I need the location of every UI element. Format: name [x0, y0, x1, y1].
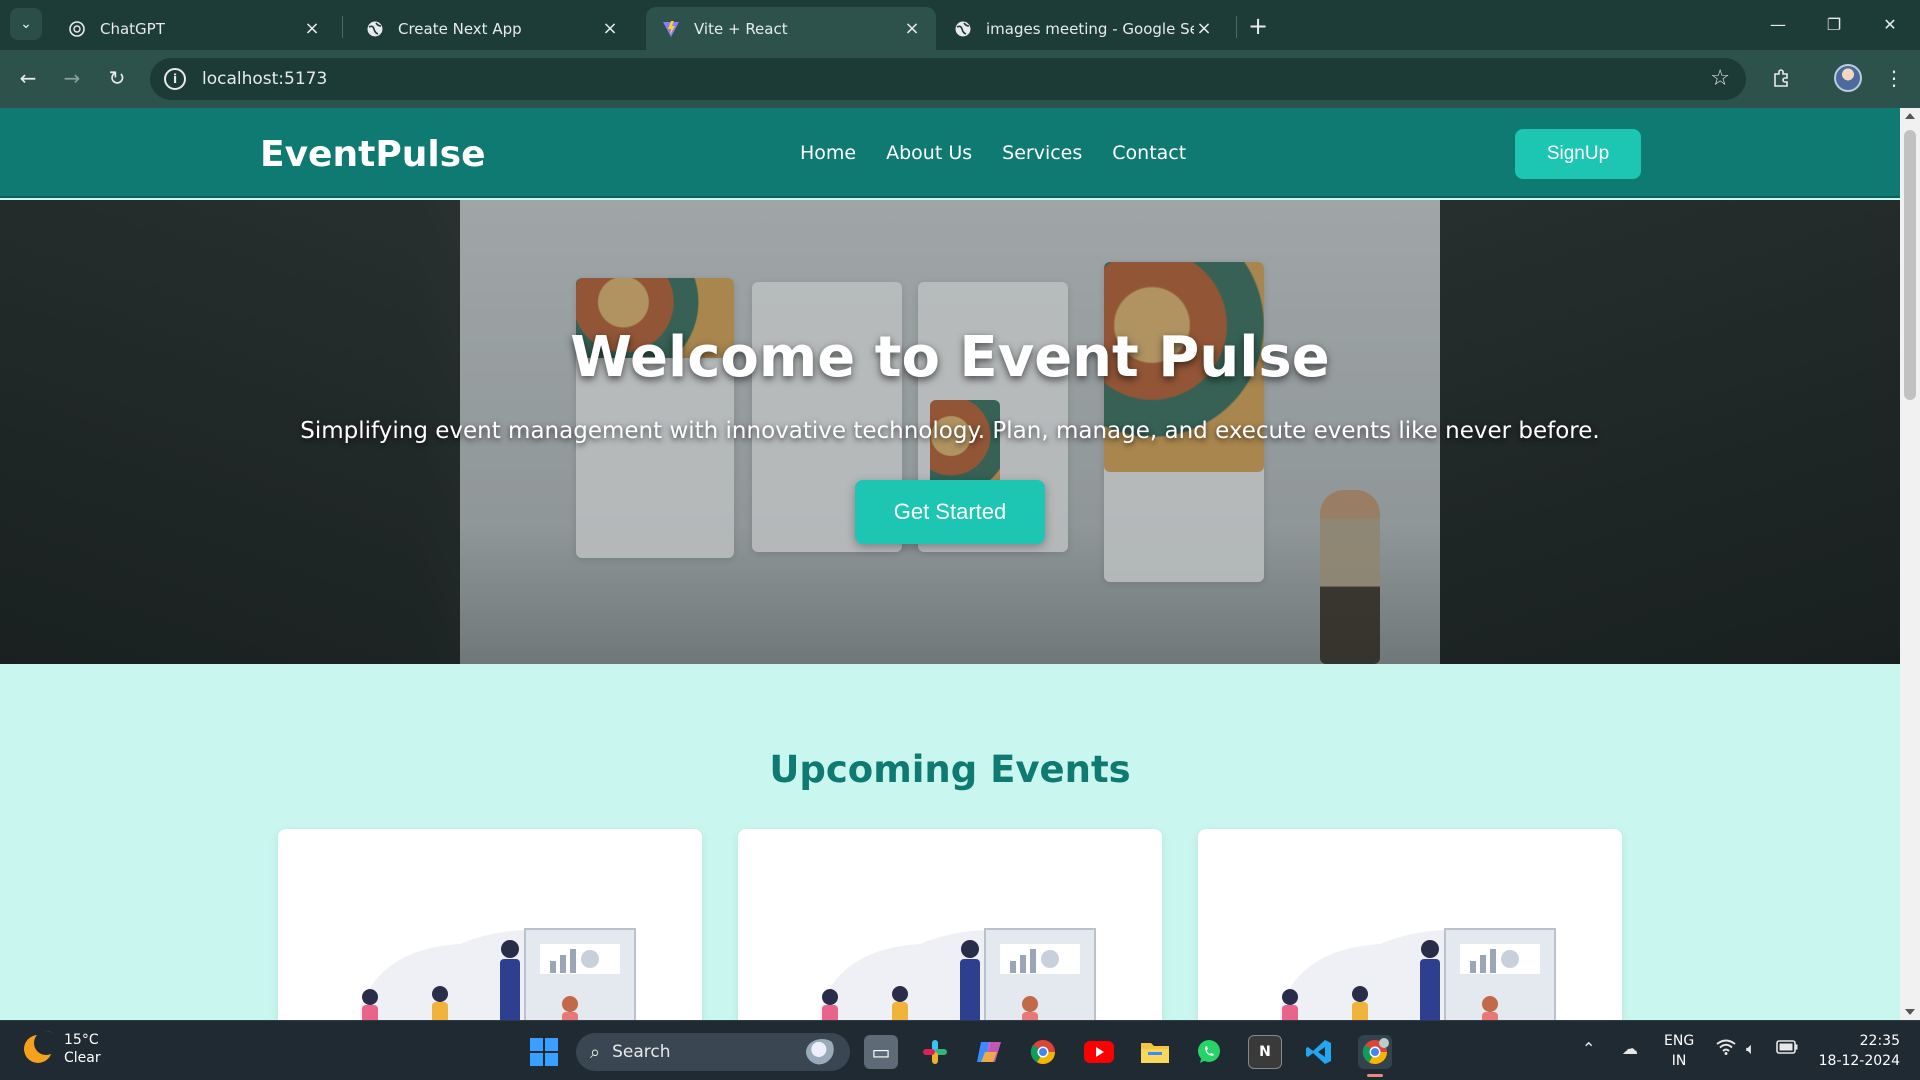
- onedrive-offline-icon[interactable]: ☁: [1622, 1039, 1638, 1058]
- chrome-icon[interactable]: [1026, 1035, 1060, 1069]
- copilot-icon[interactable]: [972, 1035, 1006, 1069]
- minimize-button[interactable]: —: [1758, 8, 1798, 40]
- hero-subtitle: Simplifying event management with innova…: [300, 418, 1600, 444]
- event-illustration: [360, 928, 636, 1020]
- tab-chatgpt[interactable]: ChatGPT ×: [52, 7, 336, 50]
- more-menu-icon[interactable]: ⋮: [1878, 62, 1910, 94]
- clock-time: 22:35: [1859, 1033, 1900, 1049]
- tab-search-dropdown[interactable]: ⌄: [10, 8, 42, 40]
- site-logo[interactable]: EventPulse: [260, 134, 486, 175]
- globe-icon: [955, 21, 971, 36]
- nav-home[interactable]: Home: [800, 142, 856, 164]
- scrollbar-thumb[interactable]: [1904, 130, 1916, 400]
- whatsapp-icon[interactable]: [1192, 1035, 1226, 1069]
- minimize-icon: —: [1770, 14, 1786, 34]
- search-icon: ⌕: [590, 1041, 601, 1063]
- bookmark-star-icon[interactable]: ☆: [1710, 66, 1730, 91]
- region-code: IN: [1671, 1053, 1687, 1069]
- close-window-button[interactable]: ✕: [1870, 8, 1910, 40]
- tab-images-meeting[interactable]: images meeting - Google Searc ×: [938, 7, 1228, 50]
- page-scrollbar[interactable]: [1900, 108, 1920, 1020]
- address-bar[interactable]: i localhost:5173 ☆: [150, 58, 1746, 100]
- event-card[interactable]: [1198, 829, 1622, 1020]
- taskbar-search-label: Search: [612, 1042, 671, 1062]
- windows-taskbar: 1 15°C Clear ⌕ Search ▭ N ⌃ ☁ ENG IN 🔈︎ …: [0, 1020, 1920, 1080]
- hero-title: Welcome to Event Pulse: [570, 325, 1330, 390]
- close-icon[interactable]: ×: [302, 18, 322, 39]
- plus-icon: +: [1247, 12, 1269, 40]
- chevron-down-icon: ⌄: [20, 16, 32, 32]
- tab-title: ChatGPT: [100, 19, 165, 38]
- event-illustration: [820, 928, 1096, 1020]
- tab-vite-react[interactable]: Vite + React ×: [646, 7, 936, 50]
- arrow-right-icon: →: [63, 66, 81, 90]
- browser-toolbar: ← → ↻ i localhost:5173 ☆ ⋮: [0, 50, 1920, 108]
- close-icon[interactable]: ×: [902, 18, 922, 39]
- input-language[interactable]: ENG IN: [1664, 1031, 1694, 1071]
- wifi-icon[interactable]: [1716, 1039, 1736, 1059]
- search-highlight-icon: [806, 1039, 838, 1065]
- globe-icon: [367, 21, 383, 36]
- tab-create-next-app[interactable]: Create Next App ×: [350, 7, 634, 50]
- clock-date: 18-12-2024: [1818, 1053, 1900, 1069]
- restore-icon: ❐: [1826, 14, 1842, 34]
- hero-section: Welcome to Event Pulse Simplifying event…: [0, 200, 1900, 664]
- new-tab-button[interactable]: +: [1244, 12, 1272, 40]
- file-explorer-icon[interactable]: [1138, 1035, 1172, 1069]
- close-icon[interactable]: ×: [1194, 18, 1214, 39]
- signup-button[interactable]: SignUp: [1515, 129, 1641, 179]
- chevron-up-icon[interactable]: ⌃: [1582, 1039, 1595, 1058]
- slack-icon[interactable]: [918, 1035, 952, 1069]
- chrome-profile-icon[interactable]: [1358, 1035, 1392, 1077]
- site-info-icon[interactable]: i: [164, 68, 186, 90]
- vite-icon: [663, 20, 679, 37]
- tab-title: Vite + React: [694, 19, 788, 38]
- nav-about-us[interactable]: About Us: [886, 142, 972, 164]
- notification-badge: 1: [38, 1031, 56, 1049]
- back-button[interactable]: ←: [12, 62, 44, 94]
- arrow-left-icon: ←: [19, 66, 37, 90]
- page-viewport: EventPulse Home About Us Services Contac…: [0, 108, 1900, 1020]
- chatgpt-icon: [69, 20, 85, 37]
- event-illustration: [1280, 928, 1556, 1020]
- main-nav: Home About Us Services Contact: [800, 142, 1186, 164]
- forward-button[interactable]: →: [56, 62, 88, 94]
- language-code: ENG: [1664, 1033, 1695, 1049]
- weather-moon-icon: 1: [24, 1031, 58, 1063]
- extensions-icon[interactable]: [1765, 62, 1797, 94]
- tab-title: Create Next App: [398, 19, 522, 38]
- scroll-up-icon[interactable]: [1905, 113, 1915, 119]
- tab-title: images meeting - Google Searc: [986, 19, 1194, 38]
- event-card[interactable]: [278, 829, 702, 1020]
- weather-temp: 15°C: [64, 1032, 99, 1048]
- taskbar-search[interactable]: ⌕ Search: [576, 1033, 850, 1071]
- nav-contact[interactable]: Contact: [1112, 142, 1186, 164]
- youtube-icon[interactable]: [1082, 1035, 1116, 1069]
- windows-start-icon[interactable]: [530, 1038, 558, 1066]
- vscode-icon[interactable]: [1302, 1035, 1336, 1069]
- profile-avatar[interactable]: [1834, 64, 1862, 92]
- close-icon[interactable]: ×: [600, 18, 620, 39]
- task-view-icon[interactable]: ▭: [864, 1035, 898, 1069]
- system-clock[interactable]: 22:35 18-12-2024: [1810, 1031, 1900, 1071]
- notion-icon[interactable]: N: [1248, 1035, 1282, 1069]
- scroll-down-icon[interactable]: [1905, 1009, 1915, 1015]
- site-header: EventPulse Home About Us Services Contac…: [0, 108, 1900, 198]
- volume-icon[interactable]: 🔈︎: [1746, 1039, 1756, 1059]
- weather-condition: Clear: [64, 1050, 101, 1066]
- get-started-button[interactable]: Get Started: [855, 480, 1045, 544]
- upcoming-events-title: Upcoming Events: [769, 748, 1131, 791]
- url-text[interactable]: localhost:5173: [202, 69, 327, 89]
- battery-icon[interactable]: [1776, 1039, 1798, 1058]
- browser-tab-bar: ⌄ ChatGPT × Create Next App × Vite + Rea…: [0, 0, 1920, 50]
- weather-widget[interactable]: 1 15°C Clear: [24, 1031, 101, 1067]
- restore-button[interactable]: ❐: [1814, 8, 1854, 40]
- event-card[interactable]: [738, 829, 1162, 1020]
- nav-services[interactable]: Services: [1002, 142, 1082, 164]
- close-icon: ✕: [1883, 14, 1897, 34]
- reload-icon: ↻: [108, 66, 126, 90]
- reload-button[interactable]: ↻: [101, 62, 133, 94]
